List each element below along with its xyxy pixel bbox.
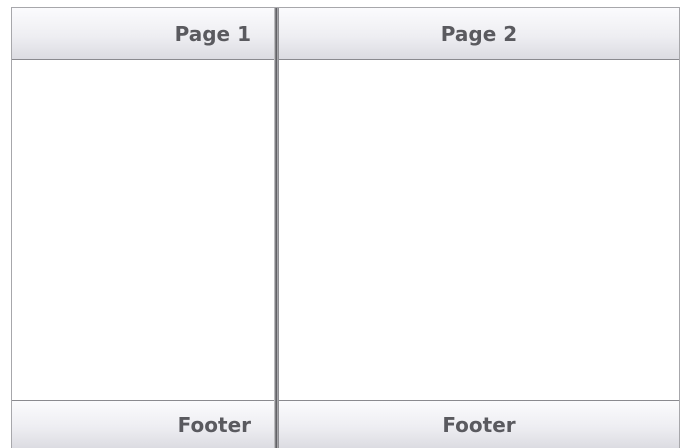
page-2-header: Page 2 <box>279 8 679 60</box>
page-1: Page 1 Footer <box>12 8 276 448</box>
page-2-content-area <box>279 60 679 400</box>
page-spread-frame: Page 1 Footer Page 2 Footer <box>11 7 680 448</box>
page-2-footer: Footer <box>279 400 679 448</box>
page-2-title: Page 2 <box>440 21 518 46</box>
page-2: Page 2 Footer <box>278 8 679 448</box>
page-1-header: Page 1 <box>12 8 275 60</box>
page-1-content-area <box>12 60 275 400</box>
page-1-footer-text: Footer <box>177 412 251 437</box>
page-1-footer: Footer <box>12 400 275 448</box>
page-2-footer-text: Footer <box>442 412 516 437</box>
page-1-title: Page 1 <box>174 21 251 46</box>
